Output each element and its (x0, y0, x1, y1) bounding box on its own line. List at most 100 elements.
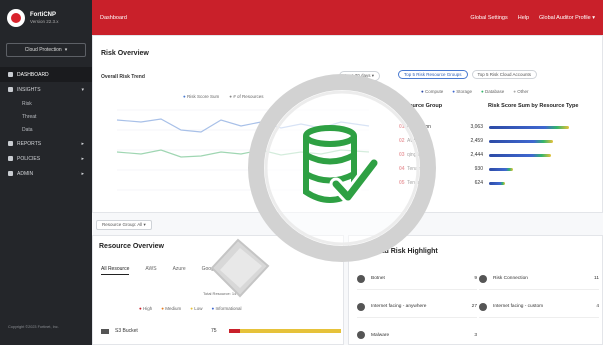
resource-row-label: S3 Bucket (115, 328, 138, 334)
s3-bucket-icon (101, 328, 109, 334)
brand-name: FortiCNP (30, 11, 56, 18)
filter-other[interactable]: ● Other (513, 89, 528, 94)
date-range-label: Last 30 days (345, 73, 371, 78)
resource-group-select[interactable]: Resource Group: All ▾ (96, 220, 152, 230)
sidebar: FortiCNP Version 22.3.x Cloud Protection… (0, 0, 92, 345)
resource-overview-panel: Resource Overview All Resource AWS Azure… (92, 235, 344, 345)
toggle-resource-groups[interactable]: Top 5 Risk Resource Groups (398, 70, 468, 79)
cloud-tabs: All Resource AWS Azure Google Cloud (101, 266, 232, 275)
top5-toggle: Top 5 Risk Resource Groups Top 5 Risk Cl… (398, 70, 538, 79)
filter-storage[interactable]: ● Storage (452, 89, 472, 94)
expand-icon: ▸ (81, 155, 84, 162)
sidebar-item-label: POLICIES (17, 155, 41, 162)
legend-resources: ● # of Resources (229, 94, 264, 99)
risk-row-name: AWS (407, 138, 419, 144)
risk-row[interactable]: 04 TenantA 930 (399, 162, 599, 176)
risk-row-bar (489, 167, 513, 171)
legend-label: Low (194, 306, 203, 311)
risk-row-index: 01 (399, 124, 405, 130)
risk-row[interactable]: 03 qingfangxi 2,444 (399, 148, 599, 162)
risk-row-index: 02 (399, 138, 405, 144)
sidebar-item-admin[interactable]: ADMIN ▸ (0, 166, 92, 181)
workload-value: 11 (594, 276, 599, 281)
top-bar: Dashboard Global Settings Help Global Au… (92, 0, 603, 35)
main-content: Risk Overview Overall Risk Trend Last 30… (92, 35, 603, 345)
trend-legend: ● Risk Score Sum ● # of Resources (183, 94, 264, 99)
risk-row-value: 2,459 (470, 138, 483, 144)
workload-item-malware[interactable]: Malware 3 (357, 324, 477, 345)
workload-value: 3 (474, 332, 477, 338)
workload-item-risk-connection[interactable]: Risk Connection 11 (479, 268, 599, 290)
workload-label: Internet facing - anywhere (371, 304, 427, 309)
risk-connection-icon (479, 274, 487, 283)
context-selector[interactable]: Cloud Protection ▾ (6, 43, 86, 57)
app-frame: FortiCNP Version 22.3.x Cloud Protection… (0, 0, 603, 345)
risk-row-bar (489, 139, 553, 143)
workload-value: 9 (474, 276, 477, 281)
resource-row-value: 75 (211, 328, 217, 334)
sidebar-item-policies[interactable]: POLICIES ▸ (0, 151, 92, 166)
trend-title: Overall Risk Trend (101, 74, 145, 80)
tab-azure[interactable]: Azure (173, 266, 186, 275)
tab-google-cloud[interactable]: Google Cloud (202, 266, 233, 275)
sidebar-item-label: REPORTS (17, 140, 42, 147)
legend-label: Informational (215, 306, 242, 311)
filter-compute[interactable]: ● Compute (421, 89, 443, 94)
fortinet-logo-icon (7, 8, 25, 27)
workload-item-botnet[interactable]: Botnet 9 (357, 268, 477, 290)
toggle-cloud-accounts[interactable]: Top 5 Risk Cloud Accounts (471, 70, 538, 79)
total-resource: Total Resource: 14 (203, 291, 237, 296)
risk-row-name: TenantB (407, 180, 426, 186)
filter-label: Storage (456, 89, 472, 94)
risk-row-value: 930 (474, 166, 483, 172)
dashboard-icon (8, 72, 13, 77)
sidebar-subitem-data[interactable]: Data (0, 123, 92, 136)
sidebar-subitem-risk[interactable]: Risk (0, 97, 92, 110)
expand-icon: ▸ (81, 140, 84, 147)
expand-icon: ▾ (81, 86, 84, 93)
legend-informational: ● Informational (211, 306, 242, 311)
chevron-down-icon: ▾ (592, 14, 595, 21)
tab-aws[interactable]: AWS (145, 266, 156, 275)
global-settings-link[interactable]: Global Settings (470, 15, 507, 21)
type-filters: ● Compute ● Storage ● Database ● Other (421, 89, 529, 94)
risk-row[interactable]: 02 AWS 2,459 (399, 134, 599, 148)
tab-all-resource[interactable]: All Resource (101, 266, 130, 275)
globe-icon (357, 302, 365, 311)
brand: FortiCNP Version 22.3.x (0, 0, 92, 35)
risk-overview-title: Risk Overview (101, 50, 149, 57)
risk-row-bar (489, 181, 505, 185)
risk-row-name: qingfangxi (407, 152, 430, 158)
globe-icon (479, 302, 487, 311)
profile-menu[interactable]: Global Auditor Profile ▾ (539, 15, 595, 21)
insights-icon (8, 87, 13, 92)
admin-icon (8, 171, 13, 176)
help-link[interactable]: Help (518, 15, 529, 21)
legend-label: # of Resources (233, 94, 264, 99)
severity-legend: ● High ● Medium ● Low ● Informational (139, 306, 242, 311)
sidebar-item-dashboard[interactable]: DASHBOARD (0, 67, 92, 82)
resource-group-label: Resource Group: All (102, 222, 143, 227)
risk-rows: 01 Production 3,063 02 AWS 2,459 03 qingfangxi 2… (399, 120, 599, 190)
filter-database[interactable]: ● Database (481, 89, 504, 94)
filter-label: Compute (424, 89, 444, 94)
workload-label: Internet facing - custom (493, 304, 544, 309)
sidebar-item-reports[interactable]: REPORTS ▸ (0, 136, 92, 151)
workload-item-internet-custom[interactable]: Internet facing - custom 4 (479, 296, 599, 318)
date-range-select[interactable]: Last 30 days ▾ (339, 71, 381, 81)
resource-row[interactable]: S3 Bucket 75 (101, 328, 341, 334)
risk-row-index: 05 (399, 180, 405, 186)
risk-row-index: 04 (399, 166, 405, 172)
filter-label: Database (484, 89, 505, 94)
workload-label: Risk Connection (493, 276, 528, 281)
workload-item-internet-anywhere[interactable]: Internet facing - anywhere 27 (357, 296, 477, 318)
risk-row-value: 624 (474, 180, 483, 186)
risk-row[interactable]: 01 Production 3,063 (399, 120, 599, 134)
risk-row[interactable]: 05 TenantB 624 (399, 176, 599, 190)
trend-chart (116, 109, 370, 191)
sidebar-subitem-threat[interactable]: Threat (0, 110, 92, 123)
risk-row-bar (489, 153, 552, 157)
workload-value: 4 (596, 304, 599, 309)
resource-overview-title: Resource Overview (99, 243, 164, 250)
sidebar-item-insights[interactable]: INSIGHTS ▾ (0, 82, 92, 97)
